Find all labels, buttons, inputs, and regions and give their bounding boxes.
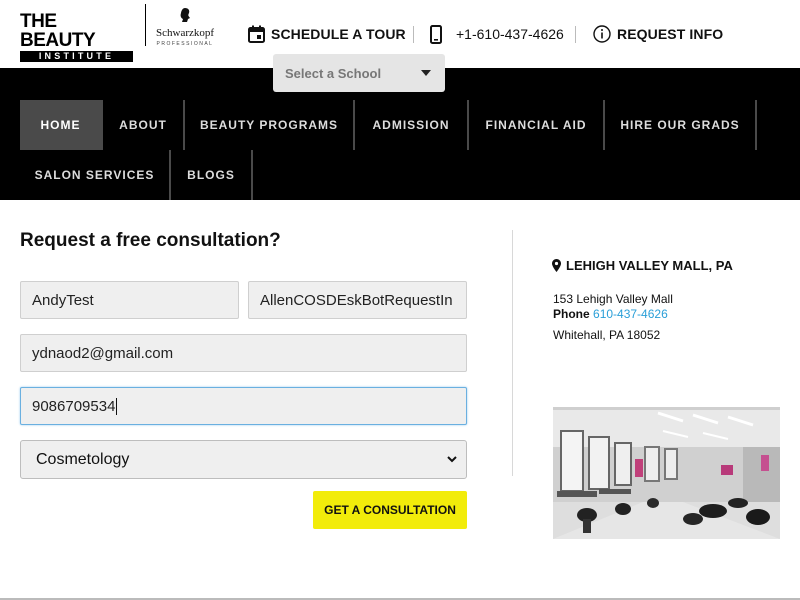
- silhouette-icon: [180, 8, 190, 22]
- phone-prefix: Phone: [553, 307, 590, 321]
- nav-item-admission[interactable]: ADMISSION: [355, 100, 467, 150]
- location-name: LEHIGH VALLEY MALL, PA: [566, 258, 733, 273]
- nav-item-financial-aid[interactable]: FINANCIAL AID: [469, 100, 603, 150]
- first-name-input[interactable]: [20, 281, 239, 319]
- phone-link[interactable]: +1-610-437-4626: [430, 22, 564, 46]
- text-caret: [116, 397, 118, 415]
- schedule-tour-label: SCHEDULE A TOUR: [271, 26, 406, 42]
- address-line2: Whitehall, PA 18052: [553, 328, 661, 342]
- logo-line2: INSTITUTE: [20, 51, 133, 62]
- email-input[interactable]: [20, 334, 467, 372]
- phone-input[interactable]: 9086709534: [20, 387, 467, 425]
- program-select-value: Cosmetology: [36, 450, 130, 468]
- address-line1: 153 Lehigh Valley Mall: [553, 292, 673, 306]
- nav-item-home[interactable]: HOME: [20, 100, 101, 150]
- logo-divider: [145, 4, 146, 46]
- location-phone-link[interactable]: 610-437-4626: [593, 307, 668, 321]
- schedule-tour-link[interactable]: SCHEDULE A TOUR: [248, 22, 406, 46]
- header-divider: [575, 26, 576, 43]
- nav-item-hire-our-grads[interactable]: HIRE OUR GRADS: [605, 100, 755, 150]
- nav-separator: [251, 150, 253, 200]
- beauty-institute-logo[interactable]: THE BEAUTY INSTITUTE: [20, 12, 133, 62]
- location-title: LEHIGH VALLEY MALL, PA: [552, 258, 733, 273]
- logo-line1: THE BEAUTY: [20, 11, 96, 51]
- partner-sub: PROFESSIONAL: [156, 41, 214, 47]
- header-divider: [413, 26, 414, 43]
- phone-label: +1-610-437-4626: [456, 26, 564, 42]
- calendar-icon: [248, 25, 265, 43]
- mobile-phone-icon: [430, 24, 442, 44]
- nav-item-about[interactable]: ABOUT: [103, 100, 183, 150]
- info-icon: [593, 25, 611, 43]
- last-name-input[interactable]: [248, 281, 467, 319]
- form-title: Request a free consultation?: [20, 230, 281, 251]
- dropdown-arrow-icon: [421, 70, 431, 76]
- school-select[interactable]: Select a School: [273, 54, 445, 92]
- get-consultation-button[interactable]: GET A CONSULTATION: [313, 491, 467, 529]
- nav-item-salon-services[interactable]: SALON SERVICES: [20, 150, 169, 200]
- nav-item-beauty-programs[interactable]: BEAUTY PROGRAMS: [185, 100, 353, 150]
- chevron-down-icon: [447, 456, 457, 463]
- partner-name: Schwarzkopf: [156, 27, 215, 39]
- location-phone-line: Phone 610-437-4626: [553, 307, 668, 321]
- school-select-placeholder: Select a School: [285, 65, 382, 81]
- request-info-link[interactable]: REQUEST INFO: [593, 22, 723, 46]
- map-pin-icon: [552, 259, 561, 272]
- column-divider: [512, 230, 513, 476]
- program-select[interactable]: Cosmetology: [20, 440, 467, 479]
- phone-input-value: 9086709534: [32, 397, 116, 415]
- salon-interior-photo: [553, 407, 780, 539]
- schwarzkopf-logo: Schwarzkopf PROFESSIONAL: [156, 8, 214, 47]
- nav-separator: [755, 100, 757, 150]
- request-info-label: REQUEST INFO: [617, 26, 724, 42]
- nav-item-blogs[interactable]: BLOGS: [171, 150, 251, 200]
